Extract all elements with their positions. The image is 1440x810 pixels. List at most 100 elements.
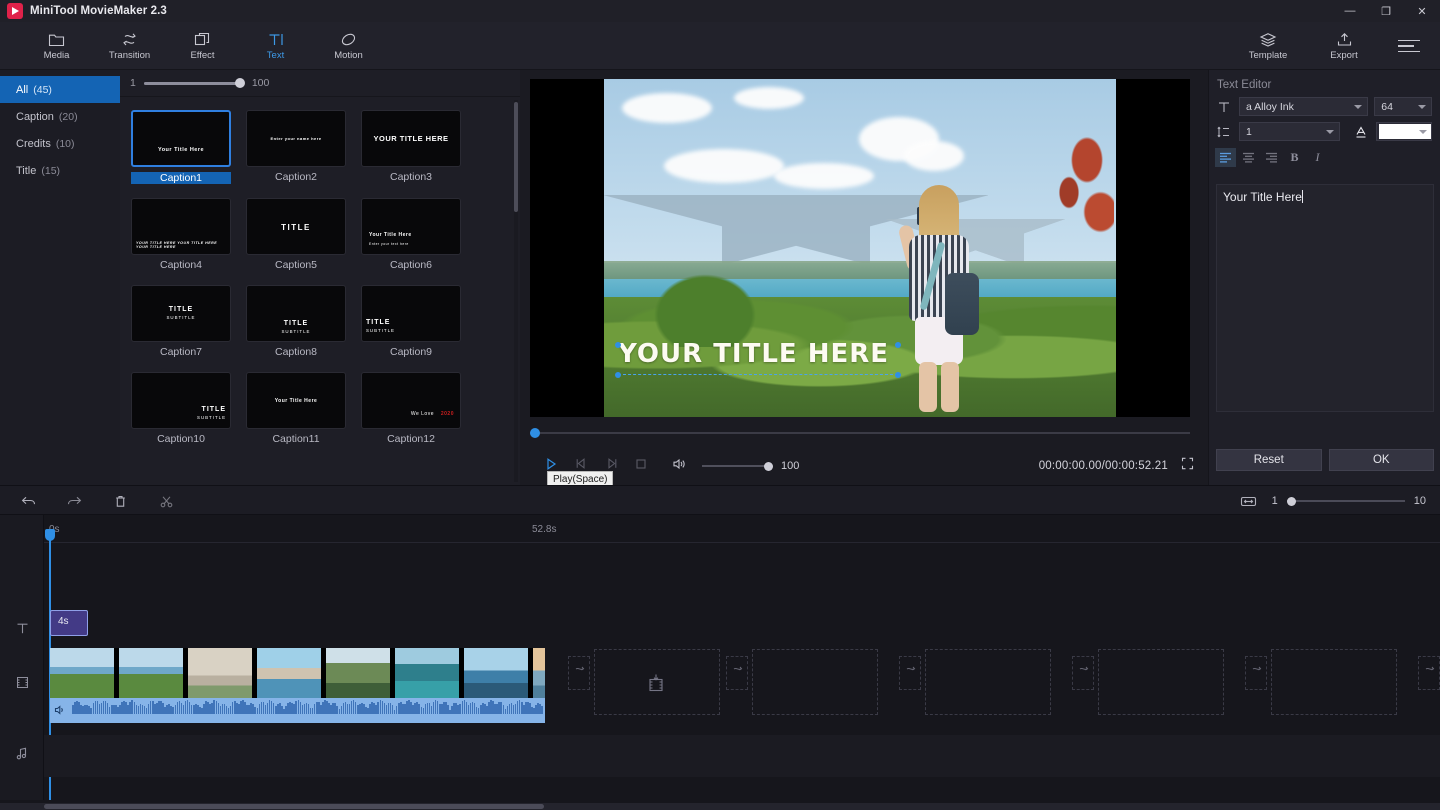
- seekbar-knob[interactable]: [530, 428, 540, 438]
- toolbar-item-text[interactable]: Text: [239, 22, 312, 70]
- scrollbar-thumb[interactable]: [44, 804, 544, 809]
- selection-handle[interactable]: [895, 342, 901, 348]
- fullscreen-icon[interactable]: [1181, 457, 1194, 475]
- reset-button[interactable]: Reset: [1216, 449, 1322, 471]
- undo-icon[interactable]: [14, 489, 42, 513]
- timeline-ruler[interactable]: 0s 52.8s: [44, 515, 1440, 543]
- media-placeholder[interactable]: [1271, 649, 1397, 715]
- volume-slider-knob[interactable]: [764, 461, 773, 471]
- playhead-handle[interactable]: [45, 529, 55, 541]
- minimize-button[interactable]: —: [1332, 0, 1368, 22]
- template-preview-subtext: 2020: [440, 411, 454, 417]
- category-item-credits[interactable]: Credits (10): [0, 130, 120, 157]
- text-clip[interactable]: 4s: [50, 610, 88, 636]
- timeline-text-track[interactable]: 4s: [44, 610, 1440, 650]
- toolbar-item-export[interactable]: Export: [1306, 22, 1382, 70]
- template-cell[interactable]: TITLE Caption5: [246, 198, 354, 273]
- category-item-all[interactable]: All (45): [0, 76, 120, 103]
- video-thumbnail: [50, 648, 114, 698]
- text-content-input[interactable]: Your Title Here: [1216, 184, 1434, 412]
- hamburger-menu-icon[interactable]: [1398, 36, 1422, 56]
- toolbar-item-motion[interactable]: Motion: [312, 22, 385, 70]
- template-cell[interactable]: Enter your name here Caption2: [246, 110, 354, 186]
- line-spacing-select[interactable]: 1: [1239, 122, 1340, 141]
- template-cell[interactable]: Your Title Here Caption11: [246, 372, 354, 447]
- toolbar-item-transition[interactable]: Transition: [93, 22, 166, 70]
- timeline-horizontal-scrollbar[interactable]: [0, 803, 1440, 810]
- template-scrollbar-thumb[interactable]: [514, 102, 518, 212]
- toolbar-item-media[interactable]: Media: [20, 22, 93, 70]
- fit-timeline-icon[interactable]: [1235, 489, 1263, 513]
- timeline-zoom-slider[interactable]: [1286, 496, 1405, 506]
- seekbar-track: [530, 432, 1190, 434]
- line-spacing-row: 1: [1209, 116, 1440, 141]
- template-thumbnail[interactable]: Enter your name here: [246, 110, 346, 167]
- trash-icon[interactable]: [106, 489, 134, 513]
- selection-handle[interactable]: [895, 372, 901, 378]
- title-bar: MiniTool MovieMaker 2.3 — ❐ ✕: [0, 0, 1440, 22]
- template-cell[interactable]: TITLE SUBTITLE Caption7: [131, 285, 239, 360]
- template-thumbnail[interactable]: Your Title Here: [246, 372, 346, 429]
- template-size-slider[interactable]: [143, 78, 245, 88]
- selection-handle[interactable]: [615, 342, 621, 348]
- volume-button[interactable]: [664, 452, 694, 480]
- template-cell[interactable]: Your Title Here Enter your text here Cap…: [361, 198, 469, 273]
- media-placeholder[interactable]: [1098, 649, 1224, 715]
- template-thumbnail[interactable]: YOUR TITLE HERE: [361, 110, 461, 167]
- template-thumbnail[interactable]: TITLE SUBTITLE: [361, 285, 461, 342]
- template-grid: Your Title Here Caption1 Enter your name…: [120, 97, 520, 485]
- timeline-zoom-knob[interactable]: [1286, 496, 1296, 506]
- font-family-select[interactable]: a Alloy Ink: [1239, 97, 1369, 116]
- template-thumbnail[interactable]: TITLE: [246, 198, 346, 255]
- template-cell[interactable]: We Love 2020 Caption12: [361, 372, 469, 447]
- scissors-icon[interactable]: [152, 489, 180, 513]
- media-placeholder[interactable]: [752, 649, 878, 715]
- template-scrollbar[interactable]: [514, 100, 518, 482]
- template-cell[interactable]: YOUR TITLE HERE Caption3: [361, 110, 469, 186]
- align-left-icon[interactable]: [1215, 148, 1236, 167]
- ruler-baseline: [44, 542, 1440, 543]
- preview-seekbar[interactable]: [530, 428, 1190, 438]
- template-thumbnail[interactable]: TITLE SUBTITLE: [131, 285, 231, 342]
- audio-waveform[interactable]: [50, 698, 545, 723]
- toolbar-item-effect[interactable]: Effect: [166, 22, 239, 70]
- align-right-icon[interactable]: [1261, 148, 1282, 167]
- italic-button[interactable]: I: [1307, 148, 1328, 167]
- close-button[interactable]: ✕: [1404, 0, 1440, 22]
- template-cell[interactable]: TITLE SUBTITLE Caption9: [361, 285, 469, 360]
- template-thumbnail[interactable]: Your Title Here: [131, 110, 231, 167]
- timeline-video-track[interactable]: [44, 648, 1440, 728]
- template-thumbnail[interactable]: Your Title Here Enter your text here: [361, 198, 461, 255]
- template-cell[interactable]: TITLE SUBTITLE Caption10: [131, 372, 239, 447]
- font-color-select[interactable]: [1376, 122, 1432, 141]
- category-item-caption[interactable]: Caption (20): [0, 103, 120, 130]
- template-thumbnail[interactable]: YOUR TITLE HERE YOUR TITLE HERE YOUR TIT…: [131, 198, 231, 255]
- title-text-overlay[interactable]: YOUR TITLE HERE: [615, 337, 901, 378]
- template-name: Caption3: [389, 171, 433, 183]
- media-placeholder[interactable]: [925, 649, 1051, 715]
- speaker-icon[interactable]: [54, 703, 66, 721]
- category-item-title[interactable]: Title (15): [0, 157, 120, 184]
- toolbar-label-export: Export: [1330, 49, 1358, 61]
- ok-button[interactable]: OK: [1328, 449, 1434, 471]
- template-thumbnail[interactable]: TITLE SUBTITLE: [131, 372, 231, 429]
- template-name: Caption7: [159, 346, 203, 358]
- toolbar-item-template[interactable]: Template: [1230, 22, 1306, 70]
- template-cell[interactable]: YOUR TITLE HERE YOUR TITLE HERE YOUR TIT…: [131, 198, 239, 273]
- font-size-select[interactable]: 64: [1374, 97, 1432, 116]
- template-thumbnail[interactable]: We Love 2020: [361, 372, 461, 429]
- video-clip[interactable]: [50, 648, 545, 698]
- template-thumbnail[interactable]: TITLE SUBTITLE: [246, 285, 346, 342]
- redo-icon[interactable]: [60, 489, 88, 513]
- align-center-icon[interactable]: [1238, 148, 1259, 167]
- template-cell[interactable]: Your Title Here Caption1: [131, 110, 239, 186]
- slider-knob[interactable]: [234, 78, 245, 88]
- timeline-music-track[interactable]: [44, 735, 1440, 777]
- maximize-button[interactable]: ❐: [1368, 0, 1404, 22]
- volume-slider[interactable]: [702, 461, 773, 471]
- selection-handle[interactable]: [615, 372, 621, 378]
- template-cell[interactable]: TITLE SUBTITLE Caption8: [246, 285, 354, 360]
- bold-button[interactable]: B: [1284, 148, 1305, 167]
- stop-button[interactable]: [626, 452, 656, 480]
- transition-slot-icon: [573, 665, 586, 678]
